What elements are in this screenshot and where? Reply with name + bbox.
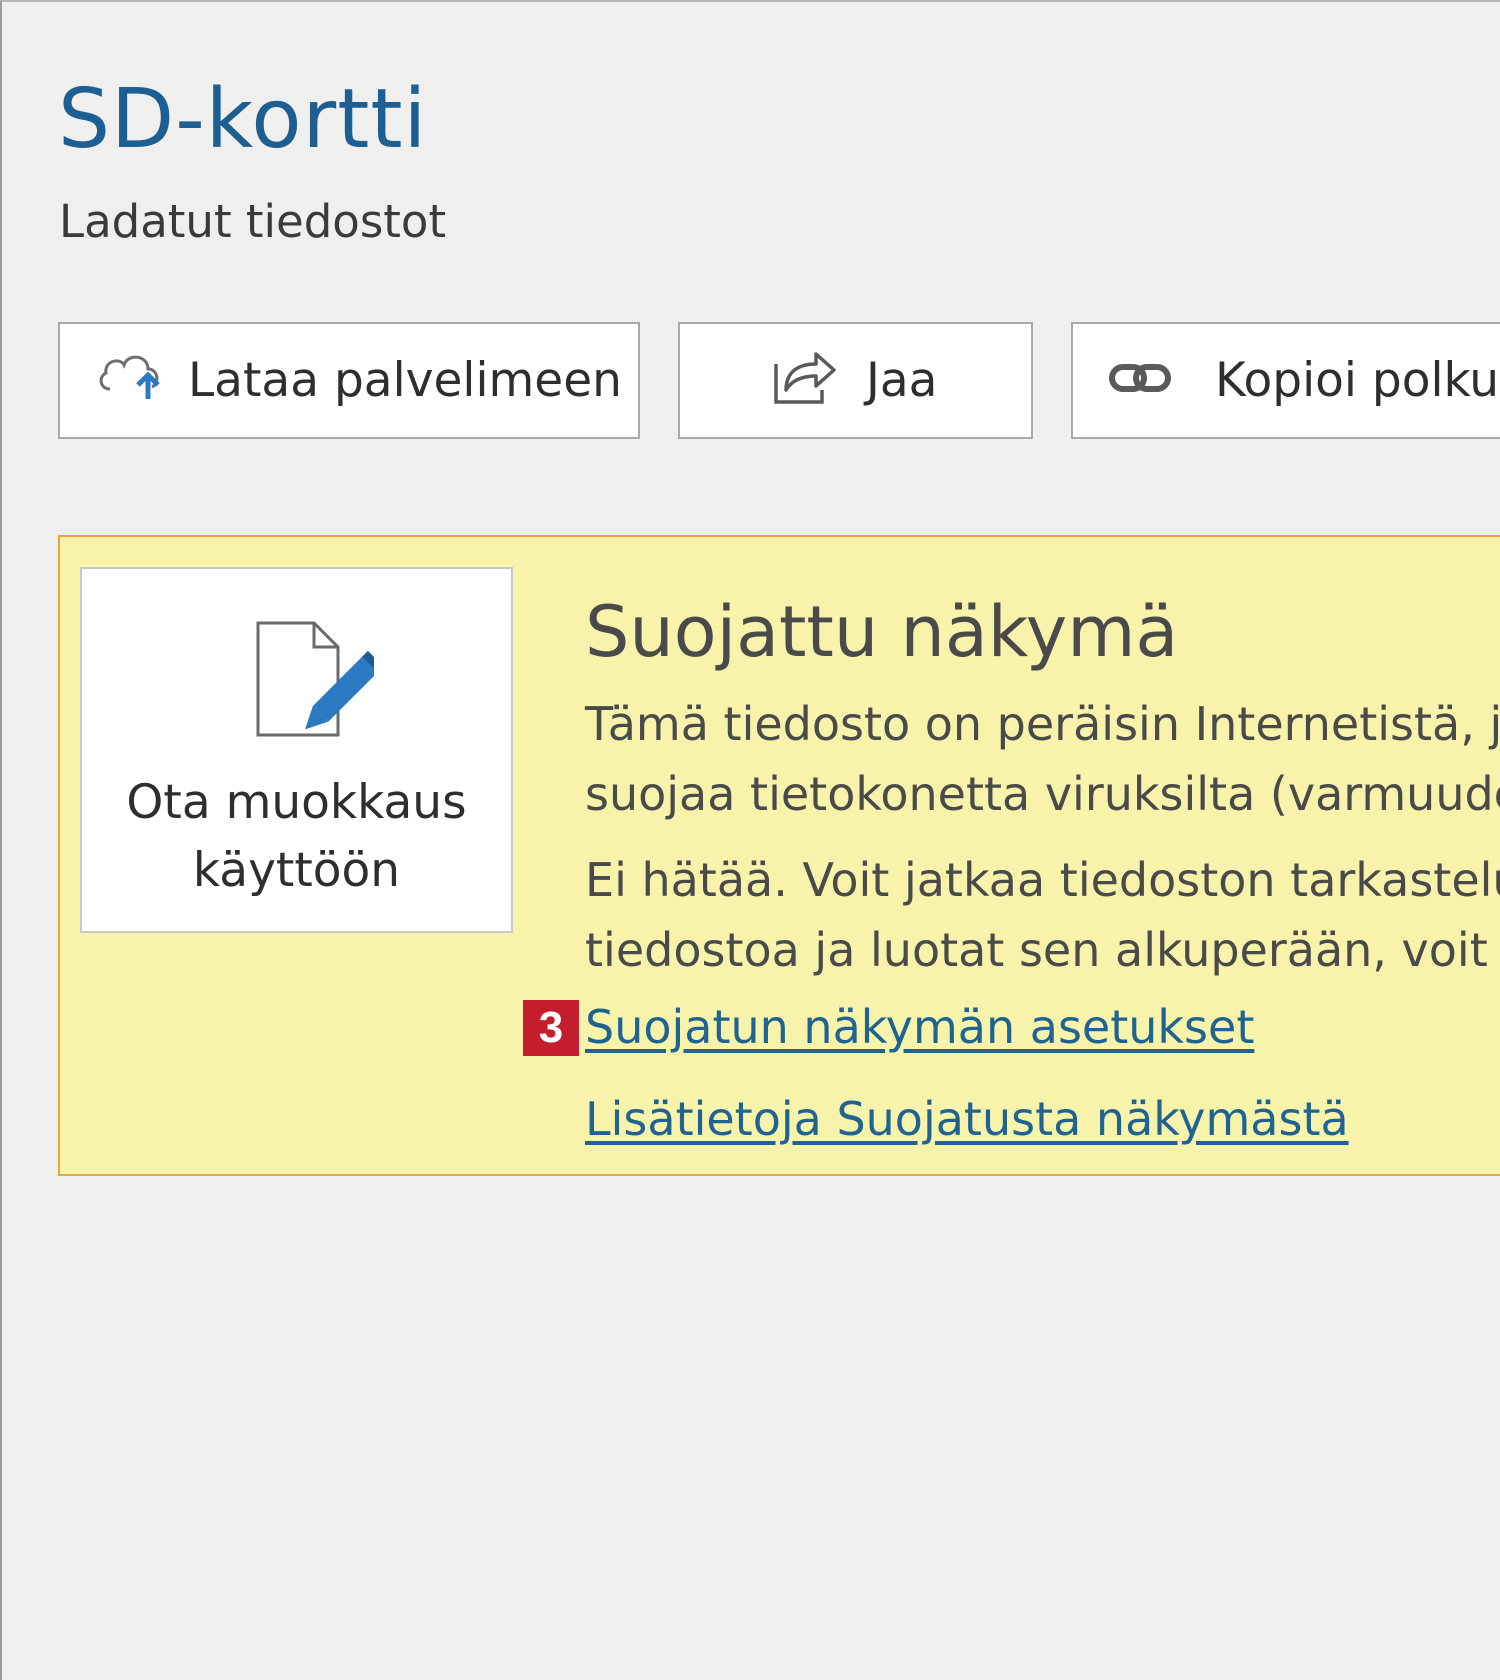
reassurance-line: tiedostoa ja luotat sen alkuperään, voit…: [585, 923, 1500, 977]
edit-document-icon: [254, 619, 384, 753]
protected-view-banner: Ota muokkaus käyttöön Suojattu näkymä Tä…: [58, 535, 1500, 1176]
share-icon: [772, 344, 838, 418]
enable-editing-label-line2: käyttöön: [192, 843, 401, 898]
share-button-label: Jaa: [866, 353, 938, 408]
backstage-panel: SD-kortti Ladatut tiedostot Lataa palvel…: [0, 0, 1500, 1680]
enable-editing-label-line1: Ota muokkaus: [126, 775, 467, 830]
step-number-badge: 3: [523, 1000, 579, 1056]
cloud-upload-icon: [96, 349, 164, 413]
upload-button-label: Lataa palvelimeen: [188, 353, 622, 408]
protected-view-reassurance: Ei hätää. Voit jatkaa tiedoston tarkaste…: [585, 845, 1500, 985]
enable-editing-label: Ota muokkaus käyttöön: [82, 769, 511, 905]
upload-button[interactable]: Lataa palvelimeen: [58, 322, 640, 439]
link-icon: [1109, 353, 1171, 408]
enable-editing-button[interactable]: Ota muokkaus käyttöön: [80, 567, 513, 933]
page-subtitle: Ladatut tiedostot: [59, 195, 447, 248]
description-line: Tämä tiedosto on peräisin Internetistä, …: [585, 697, 1500, 751]
learn-more-link[interactable]: Lisätietoja Suojatusta näkymästä: [585, 1088, 1349, 1150]
protected-view-settings-link[interactable]: Suojatun näkymän asetukset: [585, 996, 1254, 1058]
copy-path-button-label: Kopioi polku: [1215, 353, 1500, 408]
description-line: suojaa tietokonetta viruksilta (varmuude: [585, 767, 1500, 821]
page-title: SD-kortti: [58, 72, 428, 167]
protected-view-title: Suojattu näkymä: [585, 591, 1179, 673]
protected-view-description: Tämä tiedosto on peräisin Internetistä, …: [585, 689, 1500, 829]
share-button[interactable]: Jaa: [678, 322, 1033, 439]
reassurance-line: Ei hätää. Voit jatkaa tiedoston tarkaste…: [585, 853, 1500, 907]
copy-path-button[interactable]: Kopioi polku: [1071, 322, 1500, 439]
